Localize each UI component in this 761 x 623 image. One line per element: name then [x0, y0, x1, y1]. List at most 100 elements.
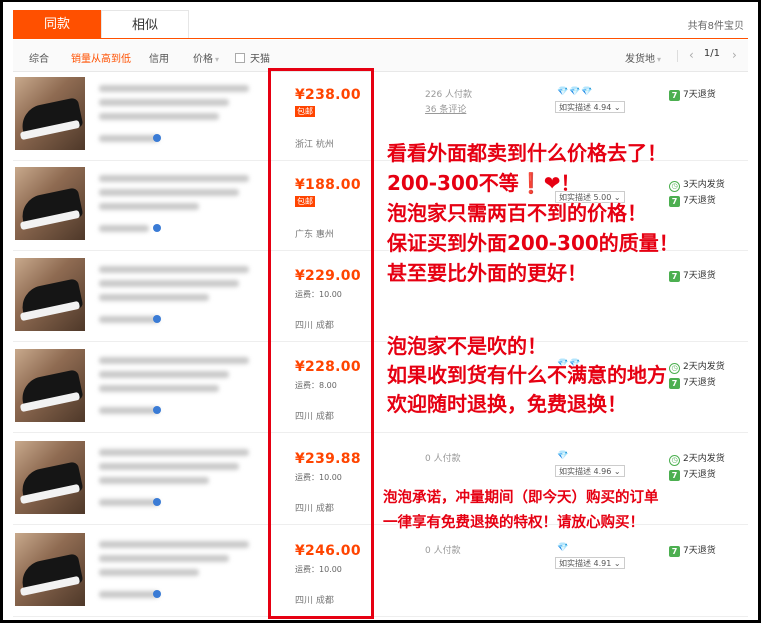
annotation-line: 泡泡家不是吹的！ — [387, 334, 547, 358]
blurred-text — [99, 463, 239, 470]
sort-default[interactable]: 综合 — [29, 50, 49, 65]
tab-bar: 同款 相似 — [13, 10, 189, 39]
seven-day-return-icon: 7 — [669, 196, 680, 207]
filter-bar: 综合 销量从高到低 信用 价格 ▾ 天猫 发货地 ▾ ‹ 1/1 › — [13, 40, 748, 72]
verified-icon — [153, 406, 161, 414]
blurred-text — [99, 569, 199, 576]
blurred-text — [99, 113, 219, 120]
rating-dropdown[interactable]: 如实描述 4.96 ⌄ — [555, 465, 625, 477]
total-count: 共有8件宝贝 — [687, 21, 744, 32]
next-page-icon[interactable]: › — [732, 48, 737, 62]
ship-from-dropdown[interactable]: 发货地 ▾ — [625, 50, 661, 65]
product-thumbnail[interactable] — [15, 258, 85, 331]
blurred-text — [99, 99, 229, 106]
seven-day-return-icon: 7 — [669, 271, 680, 282]
price-highlight-box — [268, 68, 374, 619]
blurred-text — [99, 316, 159, 323]
blurred-text — [99, 449, 249, 456]
blurred-text — [99, 555, 229, 562]
tmall-checkbox[interactable] — [235, 53, 245, 63]
rating-label: 如实描述 4.96 — [559, 467, 612, 476]
clock-icon: ◷ — [669, 181, 680, 192]
annotation-line: 如果收到货有什么不满意的地方 — [387, 363, 667, 387]
product-thumbnail[interactable] — [15, 349, 85, 422]
tmall-label: 天猫 — [250, 54, 270, 65]
divider — [677, 50, 678, 62]
blurred-text — [99, 499, 159, 506]
blurred-text — [99, 266, 249, 273]
page-indicator: 1/1 — [703, 48, 720, 59]
seven-day-return-icon: 7 — [669, 470, 680, 481]
rating-dropdown[interactable]: 如实描述 4.94 ⌄ — [555, 101, 625, 113]
paid-count: 226 人付款 — [425, 90, 473, 100]
sort-price[interactable]: 价格 ▾ — [193, 50, 219, 65]
blurred-text — [99, 85, 249, 92]
review-link[interactable]: 36 条评论 — [425, 102, 466, 115]
annotation-line: 泡泡家只需两百不到的价格！ — [387, 201, 647, 225]
blurred-text — [99, 385, 219, 392]
annotation-line: 甚至要比外面的更好！ — [387, 261, 587, 285]
seven-day-return-icon: 7 — [669, 378, 680, 389]
seller-rank-diamond-icon: 💎 — [557, 543, 570, 553]
annotation-line: 泡泡承诺，冲量期间（即今天）购买的订单 — [383, 490, 659, 506]
service-tag: 7 7天退货 — [669, 193, 716, 207]
annotation-line: 一律享有免费退换的特权！请放心购买！ — [383, 515, 644, 531]
service-tag: 7 7天退货 — [669, 375, 716, 389]
service-tag: 7 7天退货 — [669, 543, 716, 557]
service-label: 7天退货 — [683, 546, 716, 556]
seven-day-return-icon: 7 — [669, 90, 680, 101]
service-label: 7天退货 — [683, 90, 716, 100]
product-thumbnail[interactable] — [15, 167, 85, 240]
annotation-line: 欢迎随时退换，免费退换！ — [387, 392, 627, 416]
blurred-text — [99, 135, 159, 142]
annotation-line: 200-300不等❗❤！ — [387, 171, 581, 195]
sort-sales[interactable]: 销量从高到低 — [71, 50, 131, 65]
clock-icon: ◷ — [669, 455, 680, 466]
blurred-text — [99, 357, 249, 364]
seven-day-return-icon: 7 — [669, 546, 680, 557]
ship-from-label: 发货地 — [625, 54, 655, 65]
paid-count: 0 人付款 — [425, 454, 461, 464]
blurred-text — [99, 541, 249, 548]
service-label: 7天退货 — [683, 196, 716, 206]
rating-dropdown[interactable]: 如实描述 4.91 ⌄ — [555, 557, 625, 569]
chevron-down-icon: ⌄ — [613, 103, 621, 112]
filter-tmall[interactable]: 天猫 — [235, 50, 270, 65]
annotation-line: 看看外面都卖到什么价格去了！ — [387, 141, 667, 165]
product-thumbnail[interactable] — [15, 533, 85, 606]
chevron-down-icon: ⌄ — [613, 559, 621, 568]
blurred-text — [99, 225, 149, 232]
app-frame: 同款 相似 共有8件宝贝 综合 销量从高到低 信用 价格 ▾ 天猫 发货地 ▾ ‹ … — [3, 2, 758, 620]
tab-same-style[interactable]: 同款 — [13, 10, 101, 39]
blurred-text — [99, 407, 159, 414]
verified-icon — [153, 224, 161, 232]
clock-icon: ◷ — [669, 363, 680, 374]
service-tag: ◷ 2天内发货 — [669, 359, 725, 374]
tab-similar[interactable]: 相似 — [101, 10, 189, 39]
tab-underline — [13, 38, 748, 39]
sort-price-label: 价格 — [193, 54, 213, 65]
service-tag: 7 7天退货 — [669, 268, 716, 282]
annotation-line: 保证买到外面200-300的质量！ — [387, 231, 679, 255]
service-label: 3天内发货 — [683, 180, 725, 190]
service-label: 2天内发货 — [683, 454, 725, 464]
service-tag: ◷ 3天内发货 — [669, 177, 725, 192]
product-row[interactable]: ¥229.00 运费：10.00 四川 成都 7 7天退货 — [13, 254, 748, 342]
sort-sales-label: 销量从高到低 — [71, 54, 131, 65]
blurred-text — [99, 175, 249, 182]
product-row[interactable]: ¥246.00 运费：10.00 四川 成都 0 人付款 💎 如实描述 4.91 ⌄ 7 7天… — [13, 529, 748, 617]
product-thumbnail[interactable] — [15, 77, 85, 150]
verified-icon — [153, 315, 161, 323]
seller-rank-diamond-icon: 💎 — [557, 451, 570, 461]
service-label: 7天退货 — [683, 271, 716, 281]
prev-page-icon[interactable]: ‹ — [689, 48, 694, 62]
verified-icon — [153, 590, 161, 598]
service-label: 7天退货 — [683, 470, 716, 480]
product-thumbnail[interactable] — [15, 441, 85, 514]
blurred-text — [99, 280, 239, 287]
sort-arrow-icon: ▾ — [215, 55, 220, 64]
sort-credit[interactable]: 信用 — [149, 50, 169, 65]
service-tag: 7 7天退货 — [669, 87, 716, 101]
chevron-down-icon: ⌄ — [613, 467, 621, 476]
blurred-text — [99, 591, 159, 598]
